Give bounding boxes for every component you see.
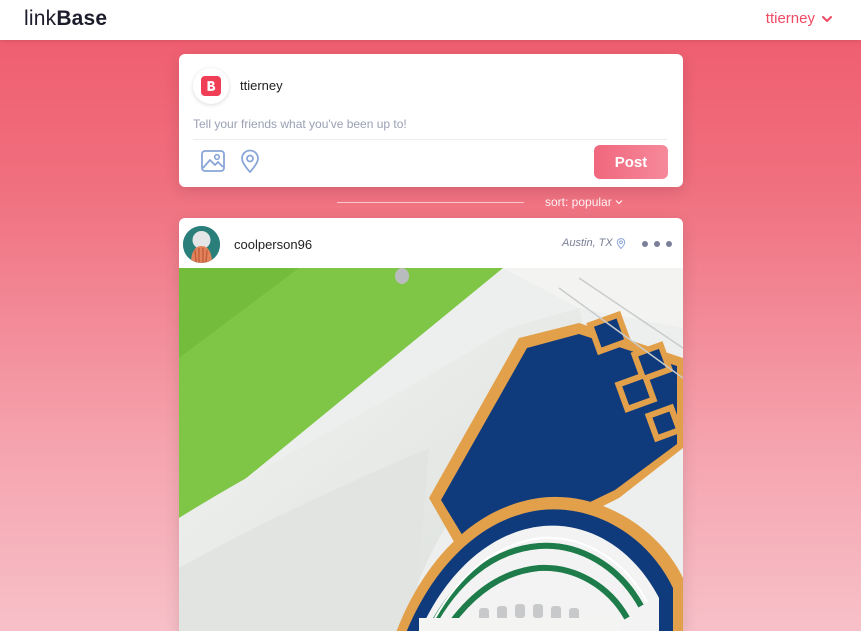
- sort-label: sort: popular: [545, 195, 612, 209]
- post-composer: ttierney Post: [179, 54, 683, 187]
- user-menu-username: ttierney: [765, 10, 815, 27]
- post-location-label: Austin, TX: [562, 237, 613, 249]
- logo-text-light: link: [24, 7, 57, 30]
- sort-dropdown[interactable]: sort: popular: [545, 195, 623, 209]
- composer-divider: [193, 139, 667, 140]
- top-navigation-bar: linkBase ttierney: [0, 0, 861, 40]
- sort-divider-line: [337, 202, 524, 203]
- user-menu-dropdown[interactable]: ttierney: [766, 10, 833, 27]
- post-photo[interactable]: [179, 268, 683, 631]
- avatar[interactable]: [193, 68, 229, 104]
- post-header: coolperson96 Austin, TX: [179, 218, 683, 268]
- post-button[interactable]: Post: [594, 145, 668, 179]
- image-icon: [201, 150, 225, 172]
- add-location-button[interactable]: [236, 147, 264, 175]
- app-logo[interactable]: linkBase: [24, 7, 107, 31]
- more-dots-icon: [642, 241, 648, 247]
- chevron-down-icon: [822, 15, 832, 22]
- location-pin-icon: [616, 237, 625, 249]
- chevron-down-icon: [615, 200, 623, 205]
- logo-text-bold: Base: [56, 7, 108, 30]
- add-image-button[interactable]: [199, 147, 227, 175]
- avatar-photo: [183, 226, 220, 263]
- post-username[interactable]: coolperson96: [234, 237, 312, 252]
- composer-username: ttierney: [240, 78, 283, 93]
- feed-post: coolperson96 Austin, TX: [179, 218, 683, 631]
- location-pin-icon: [241, 149, 259, 173]
- more-options-button[interactable]: [642, 238, 672, 250]
- avatar[interactable]: [183, 226, 220, 263]
- brand-b-icon: [201, 76, 221, 96]
- status-input[interactable]: [193, 114, 667, 134]
- post-location[interactable]: Austin, TX: [562, 237, 626, 249]
